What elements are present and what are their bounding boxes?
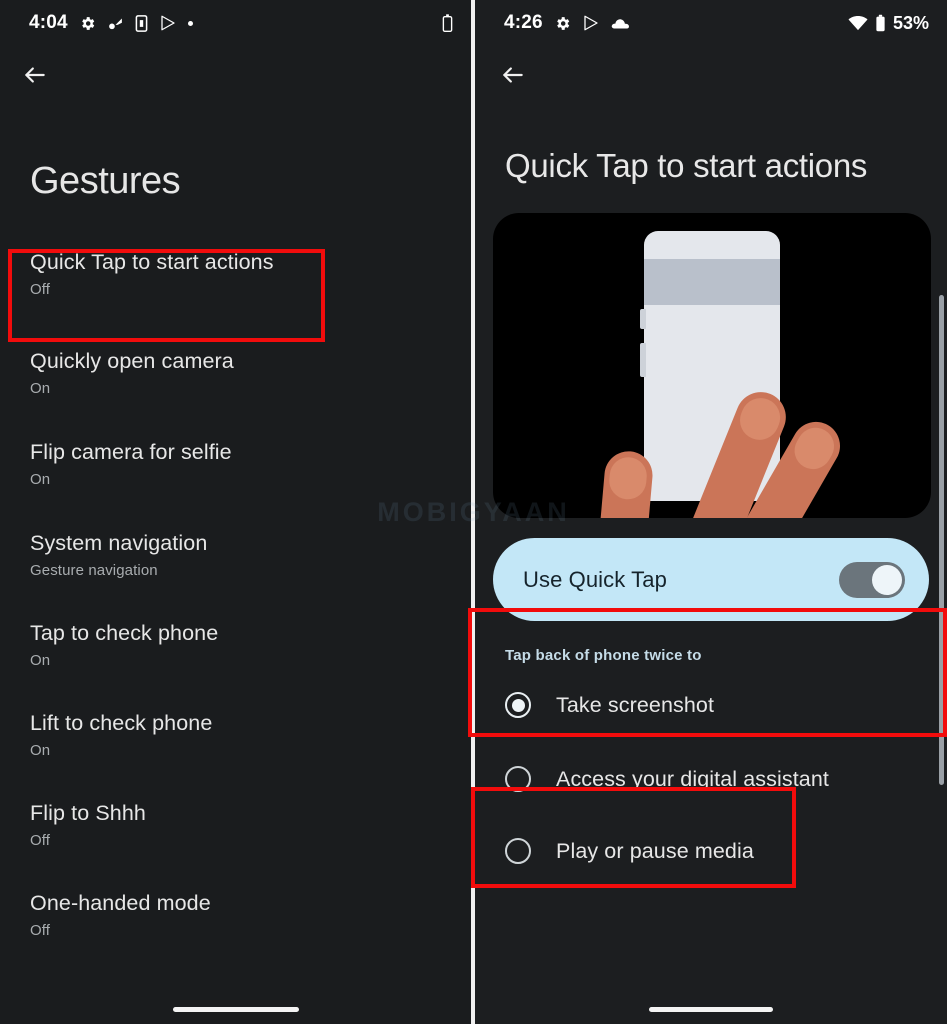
page-title: Quick Tap to start actions bbox=[505, 147, 868, 184]
radio-unselected-icon[interactable] bbox=[505, 838, 531, 865]
list-item-subtitle: Off bbox=[30, 281, 51, 298]
list-item-title: Flip camera for selfie bbox=[30, 440, 232, 464]
list-item-subtitle: On bbox=[30, 652, 51, 669]
list-item-title: Quick Tap to start actions bbox=[30, 250, 274, 274]
use-quick-tap-switch[interactable] bbox=[839, 561, 905, 598]
sidebar-item-tap-to-check-phone[interactable]: Tap to check phone On bbox=[0, 621, 471, 669]
settings-sync-icon bbox=[107, 15, 124, 32]
radio-selected-icon[interactable] bbox=[505, 692, 531, 719]
gear-icon bbox=[79, 15, 96, 32]
sidebar-item-flip-to-shhh[interactable]: Flip to Shhh Off bbox=[0, 801, 471, 849]
phone-camera-bar bbox=[644, 259, 780, 306]
sidebar-item-quickly-open-camera[interactable]: Quickly open camera On bbox=[0, 349, 471, 397]
back-button-left[interactable] bbox=[0, 46, 471, 104]
sidebar-item-lift-to-check-phone[interactable]: Lift to check phone On bbox=[0, 711, 471, 759]
back-arrow-icon bbox=[22, 62, 48, 88]
radio-option-digital-assistant[interactable]: Access your digital assistant bbox=[475, 744, 947, 814]
phone-button-top bbox=[640, 309, 646, 330]
radio-unselected-icon[interactable] bbox=[505, 766, 531, 793]
radio-option-take-screenshot[interactable]: Take screenshot bbox=[475, 670, 947, 740]
phone-app-icon bbox=[135, 14, 148, 32]
quick-tap-illustration bbox=[493, 213, 931, 519]
wifi-icon bbox=[848, 15, 868, 31]
finger-thumb bbox=[597, 449, 655, 519]
status-time: 4:04 bbox=[29, 12, 68, 33]
list-item-subtitle: Gesture navigation bbox=[30, 562, 158, 579]
home-indicator-right[interactable] bbox=[649, 1007, 773, 1012]
radio-label: Play or pause media bbox=[556, 838, 754, 863]
sidebar-item-one-handed-mode[interactable]: One-handed mode Off bbox=[0, 891, 471, 939]
switch-knob bbox=[872, 564, 902, 595]
list-item-subtitle: On bbox=[30, 380, 51, 397]
play-store-icon bbox=[582, 14, 600, 32]
back-button-right[interactable] bbox=[475, 46, 947, 104]
home-indicator-left[interactable] bbox=[172, 1007, 299, 1012]
cloud-icon bbox=[611, 16, 630, 30]
section-label-tap-back: Tap back of phone twice to bbox=[505, 647, 702, 665]
battery-percent: 53% bbox=[892, 12, 929, 33]
play-store-icon bbox=[159, 14, 177, 32]
left-phone-screen: 4:04 Gestures Quick Tap to start actions… bbox=[0, 0, 471, 1024]
radio-label: Access your digital assistant bbox=[556, 766, 829, 791]
radio-label: Take screenshot bbox=[556, 692, 715, 717]
status-bar-right-group bbox=[442, 13, 453, 33]
status-bar-left-group: 4:26 bbox=[504, 12, 630, 34]
status-bar-right-group: 53% bbox=[848, 13, 929, 34]
list-item-subtitle: Off bbox=[30, 832, 51, 849]
screenshot-pair: 4:04 Gestures Quick Tap to start actions… bbox=[0, 0, 947, 1024]
use-quick-tap-toggle-row[interactable]: Use Quick Tap bbox=[493, 538, 929, 622]
list-item-title: Lift to check phone bbox=[30, 711, 213, 735]
list-item-title: One-handed mode bbox=[30, 891, 211, 915]
list-item-title: Flip to Shhh bbox=[30, 801, 146, 825]
gestures-list: Quick Tap to start actions Off Quickly o… bbox=[0, 250, 471, 939]
list-item-subtitle: On bbox=[30, 742, 51, 759]
page-title: Gestures bbox=[30, 160, 181, 202]
radio-option-play-pause-media[interactable]: Play or pause media bbox=[475, 816, 947, 886]
battery-icon bbox=[442, 13, 453, 33]
list-item-title: Tap to check phone bbox=[30, 621, 219, 645]
toggle-label: Use Quick Tap bbox=[523, 566, 667, 592]
status-time: 4:26 bbox=[504, 12, 543, 33]
sidebar-item-quick-tap[interactable]: Quick Tap to start actions Off bbox=[0, 250, 471, 298]
sidebar-item-system-navigation[interactable]: System navigation Gesture navigation bbox=[0, 531, 471, 579]
battery-icon bbox=[875, 14, 886, 33]
list-item-title: System navigation bbox=[30, 531, 208, 555]
list-item-subtitle: Off bbox=[30, 922, 51, 939]
list-item-subtitle: On bbox=[30, 471, 51, 488]
list-item-title: Quickly open camera bbox=[30, 349, 234, 373]
back-arrow-icon bbox=[500, 62, 526, 88]
status-bar-left-group: 4:04 bbox=[29, 12, 193, 34]
sidebar-item-flip-camera-for-selfie[interactable]: Flip camera for selfie On bbox=[0, 440, 471, 488]
status-bar-left: 4:04 bbox=[0, 0, 471, 46]
right-phone-screen: 4:26 53% Quick Tap to start actions Use … bbox=[475, 0, 947, 1024]
dot-icon bbox=[187, 20, 193, 26]
gear-icon bbox=[554, 15, 571, 32]
vertical-scrollbar[interactable] bbox=[939, 295, 944, 785]
phone-button-bottom bbox=[640, 343, 646, 378]
status-bar-right: 4:26 53% bbox=[475, 0, 947, 46]
